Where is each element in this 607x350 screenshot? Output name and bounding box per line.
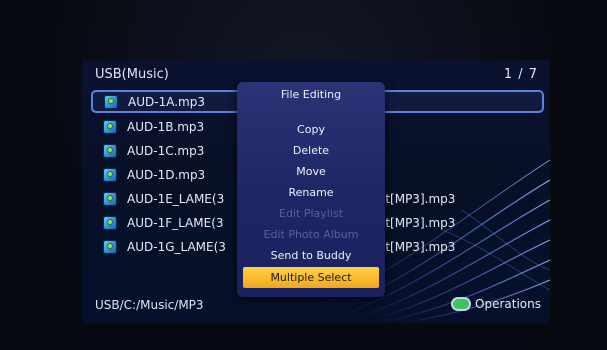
file-name: AUD-1E_LAME(3	[127, 191, 225, 206]
file-name: AUD-1D.mp3	[127, 167, 206, 182]
file-name-suffix: it[MP3].mp3	[382, 239, 456, 254]
current-path: USB/C:/Music/MP3	[95, 298, 204, 312]
music-file-icon	[103, 119, 117, 134]
menu-item-copy[interactable]: Copy	[243, 119, 379, 140]
popup-title: File Editing	[280, 88, 342, 101]
menu-item-edit-photo-album: Edit Photo Album	[263, 228, 359, 241]
page-indicator: 1 / 7	[503, 67, 538, 82]
tv-frame: USB(Music) 1 / 7 AUD-1A.mp3 AUD-1B.mp3 A…	[0, 0, 607, 350]
music-file-icon	[104, 94, 118, 109]
file-editing-popup: File Editing Copy Delete Move Rename Edi…	[237, 82, 385, 297]
menu-item-send-to-buddy[interactable]: Send to Buddy	[243, 245, 379, 266]
media-browser-screen: USB(Music) 1 / 7 AUD-1A.mp3 AUD-1B.mp3 A…	[82, 60, 550, 323]
operations-label: Operations	[475, 297, 541, 311]
music-file-icon	[103, 167, 117, 182]
file-name: AUD-1C.mp3	[127, 143, 205, 158]
menu-item-edit-playlist: Edit Playlist	[279, 207, 343, 220]
file-name: AUD-1A.mp3	[128, 94, 205, 109]
green-key-icon	[453, 299, 470, 309]
file-name-suffix: it[MP3].mp3	[382, 215, 456, 230]
file-name: AUD-1G_LAME(3	[127, 239, 226, 254]
file-name-suffix: it[MP3].mp3	[382, 191, 456, 206]
music-file-icon	[103, 143, 117, 158]
music-file-icon	[103, 239, 117, 254]
operations-hint[interactable]: Operations	[453, 297, 541, 311]
menu-item-multiple-select[interactable]: Multiple Select	[243, 267, 379, 288]
music-file-icon	[103, 191, 117, 206]
file-name: AUD-1B.mp3	[127, 119, 205, 134]
menu-item-move[interactable]: Move	[243, 161, 379, 182]
file-name: AUD-1F_LAME(3	[127, 215, 224, 230]
menu-item-delete[interactable]: Delete	[243, 140, 379, 161]
popup-menu: Copy Delete Move Rename Edit Playlist Ed…	[243, 119, 379, 288]
music-file-icon	[103, 215, 117, 230]
menu-item-rename[interactable]: Rename	[243, 182, 379, 203]
source-title: USB(Music)	[95, 67, 169, 82]
